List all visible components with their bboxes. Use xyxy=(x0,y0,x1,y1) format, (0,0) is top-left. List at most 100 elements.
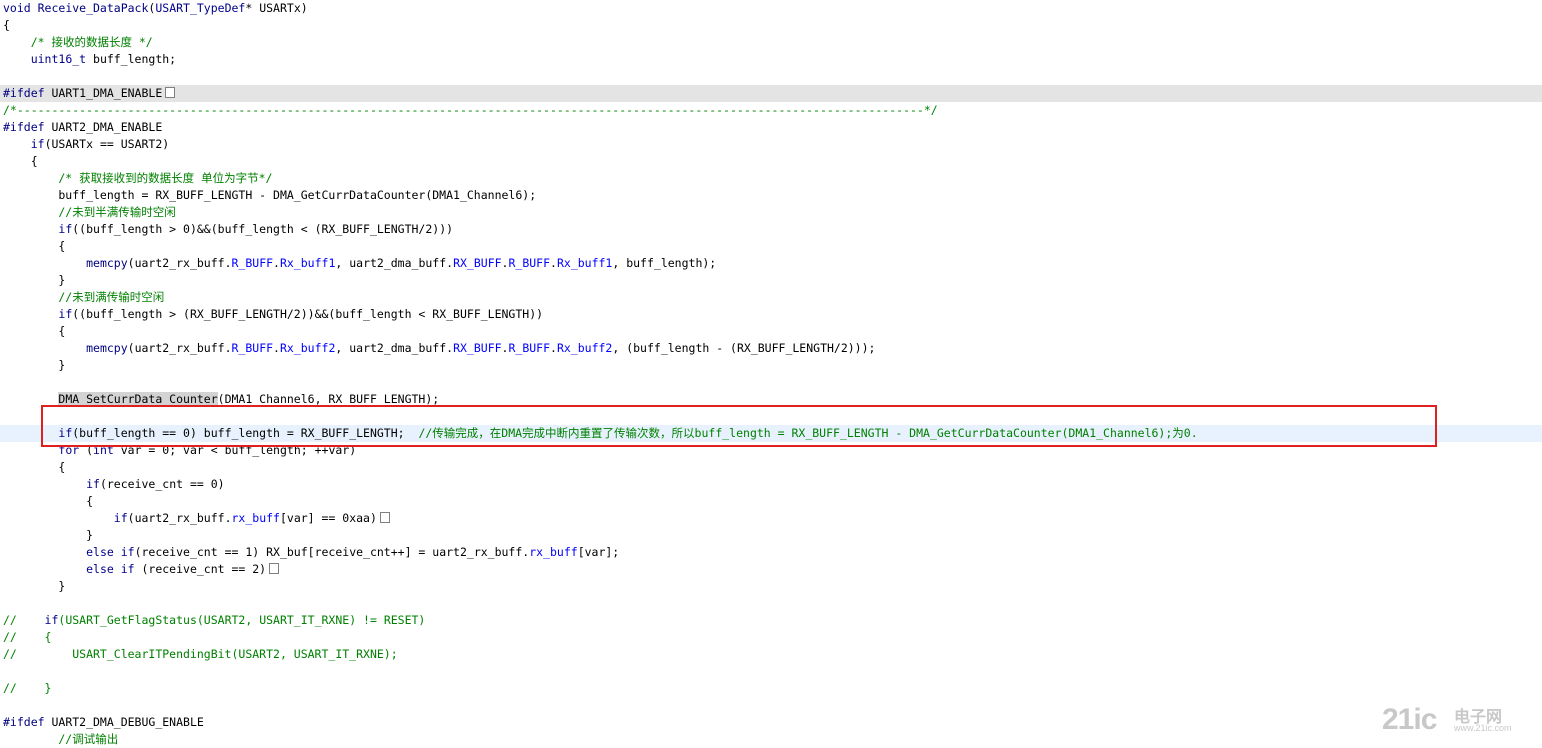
code-token: //未到满传输时空闲 xyxy=(3,290,165,304)
code-token: if xyxy=(113,511,128,525)
code-line[interactable]: // { xyxy=(0,629,1542,646)
code-line[interactable]: uint16_t buff_length; xyxy=(0,51,1542,68)
code-token: { xyxy=(3,18,10,32)
code-token: /* 接收的数据长度 */ xyxy=(3,35,153,49)
code-line[interactable]: /* 接收的数据长度 */ xyxy=(0,34,1542,51)
code-token: UART1_DMA_ENABLE xyxy=(44,86,163,100)
code-line[interactable]: if((buff_length > 0)&&(buff_length < (RX… xyxy=(0,221,1542,238)
code-line[interactable]: /*--------------------------------------… xyxy=(0,102,1542,119)
code-token: if xyxy=(44,613,59,627)
fold-collapsed-icon[interactable] xyxy=(379,512,390,523)
code-token: , buff_length); xyxy=(612,256,717,270)
code-token: RX_BUFF xyxy=(453,256,502,270)
code-line[interactable]: #ifdef UART2_DMA_ENABLE xyxy=(0,119,1542,136)
code-line[interactable]: if(uart2_rx_buff.rx_buff[var] == 0xaa) xyxy=(0,510,1542,527)
code-token: * USARTx) xyxy=(245,1,308,15)
code-line[interactable]: } xyxy=(0,527,1542,544)
code-token: if xyxy=(86,477,100,491)
code-token: else if xyxy=(86,545,135,559)
code-token: , uart2_dma_buff. xyxy=(335,256,454,270)
code-token: buff_length = RX_BUFF_LENGTH - DMA_GetCu… xyxy=(3,188,537,202)
code-token: ((buff_length > 0)&&(buff_length < (RX_B… xyxy=(72,222,454,236)
code-token: UART2_DMA_DEBUG_ENABLE xyxy=(44,715,204,729)
code-token: uint16_t xyxy=(30,52,87,66)
code-token: Rx_buff2 xyxy=(556,341,613,355)
fold-collapsed-icon[interactable] xyxy=(165,87,176,98)
code-token: rx_buff xyxy=(529,545,578,559)
code-line[interactable]: buff_length = RX_BUFF_LENGTH - DMA_GetCu… xyxy=(0,187,1542,204)
code-line[interactable]: else if (receive_cnt == 2) xyxy=(0,561,1542,578)
code-token: /*--------------------------------------… xyxy=(3,103,938,117)
code-token: { xyxy=(3,154,38,168)
code-token: Rx_buff1 xyxy=(279,256,336,270)
code-line[interactable]: if(USARTx == USART2) xyxy=(0,136,1542,153)
code-token: [var]; xyxy=(577,545,620,559)
code-token: buff_length; xyxy=(86,52,177,66)
code-token: . xyxy=(273,256,280,270)
code-line[interactable]: if(receive_cnt == 0) xyxy=(0,476,1542,493)
code-editor[interactable]: void Receive_DataPack (USART_TypeDef* USA… xyxy=(0,0,1542,746)
code-token: if xyxy=(58,307,73,321)
code-token: (uart2_rx_buff. xyxy=(127,256,232,270)
code-token: // USART_ClearITPendingBit(USART2, USART… xyxy=(3,647,398,661)
code-token: else if xyxy=(86,562,135,576)
code-token: if xyxy=(30,137,45,151)
code-token: R_BUFF xyxy=(231,341,274,355)
watermark-url: www.21ic.com xyxy=(1454,723,1512,733)
code-line[interactable]: //未到半满传输时空闲 xyxy=(0,204,1542,221)
code-token: (receive_cnt == 0) xyxy=(99,477,225,491)
code-line[interactable]: // if(USART_GetFlagStatus(USART2, USART_… xyxy=(0,612,1542,629)
code-line[interactable]: #ifdef UART2_DMA_DEBUG_ENABLE xyxy=(0,714,1542,731)
code-line[interactable]: #ifdef UART1_DMA_ENABLE xyxy=(0,85,1542,102)
code-line[interactable]: if(buff_length == 0) buff_length = RX_BU… xyxy=(0,425,1542,442)
code-line[interactable]: if((buff_length > (RX_BUFF_LENGTH/2))&&(… xyxy=(0,306,1542,323)
code-line[interactable]: { xyxy=(0,323,1542,340)
code-token: if xyxy=(58,426,73,440)
code-line[interactable]: { xyxy=(0,459,1542,476)
code-token: //调试输出 xyxy=(3,732,119,746)
code-line[interactable]: { xyxy=(0,493,1542,510)
code-line[interactable]: } xyxy=(0,272,1542,289)
code-token: (uart2_rx_buff. xyxy=(127,341,232,355)
code-token: . xyxy=(550,341,557,355)
code-token: rx_buff xyxy=(231,511,280,525)
code-token: memcpy xyxy=(86,341,128,355)
code-line[interactable]: memcpy(uart2_rx_buff.R_BUFF.Rx_buff2, ua… xyxy=(0,340,1542,357)
code-token: . xyxy=(550,256,557,270)
code-line[interactable]: DMA_SetCurrData_Counter(DMA1_Channel6, R… xyxy=(0,391,1542,408)
code-line[interactable]: void Receive_DataPack(USART_TypeDef* USA… xyxy=(0,0,1542,17)
code-line[interactable]: } xyxy=(0,578,1542,595)
code-token: . xyxy=(273,341,280,355)
code-line[interactable]: //未到满传输时空闲 xyxy=(0,289,1542,306)
code-token: Rx_buff2 xyxy=(279,341,336,355)
code-line[interactable]: /* 获取接收到的数据长度 单位为字节*/ xyxy=(0,170,1542,187)
code-token: USART_TypeDef xyxy=(155,1,246,15)
code-token: (USART_GetFlagStatus(USART2, USART_IT_RX… xyxy=(58,613,426,627)
code-line[interactable]: // } xyxy=(0,680,1542,697)
code-line[interactable]: { xyxy=(0,153,1542,170)
code-line[interactable]: memcpy(uart2_rx_buff.R_BUFF.Rx_buff1, ua… xyxy=(0,255,1542,272)
code-line[interactable]: //调试输出 xyxy=(0,731,1542,748)
code-token: R_BUFF xyxy=(231,256,274,270)
code-token: R_BUFF xyxy=(508,256,551,270)
code-token: ( xyxy=(79,443,94,457)
fold-collapsed-icon[interactable] xyxy=(269,563,280,574)
code-token: for xyxy=(58,443,80,457)
code-token: , (buff_length - (RX_BUFF_LENGTH/2))); xyxy=(612,341,876,355)
code-token: , uart2_dma_buff. xyxy=(335,341,454,355)
code-line[interactable]: } xyxy=(0,357,1542,374)
code-line[interactable]: // USART_ClearITPendingBit(USART2, USART… xyxy=(0,646,1542,663)
code-line[interactable]: for (int var = 0; var < buff_length; ++v… xyxy=(0,442,1542,459)
code-token: Rx_buff1 xyxy=(556,256,613,270)
code-line[interactable]: { xyxy=(0,17,1542,34)
code-line[interactable]: { xyxy=(0,238,1542,255)
code-line[interactable]: else if(receive_cnt == 1) RX_buf[receive… xyxy=(0,544,1542,561)
